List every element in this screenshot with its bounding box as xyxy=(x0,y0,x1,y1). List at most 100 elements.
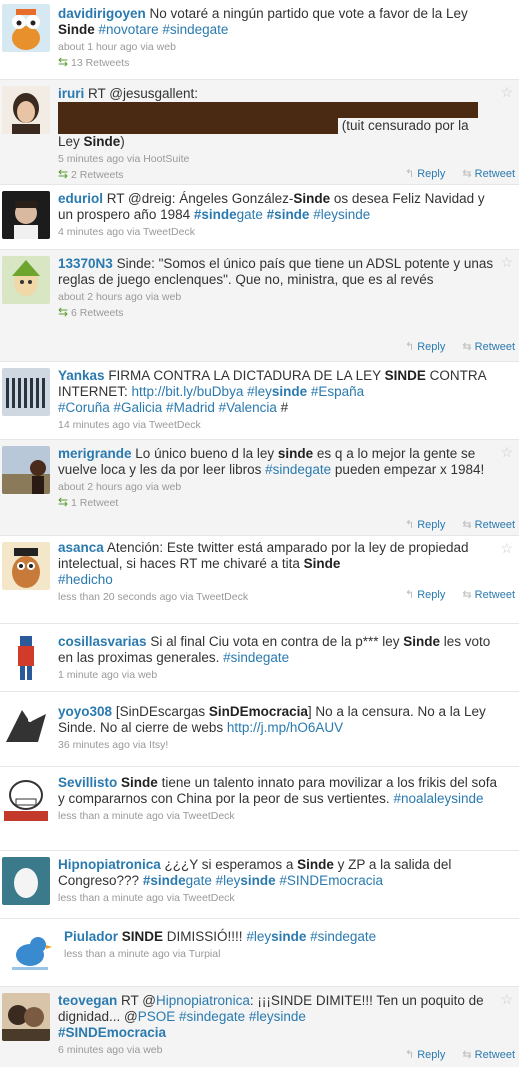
hashtag[interactable]: #SINDEmocracia xyxy=(58,1025,166,1040)
retweet-count[interactable]: ⇆ 1 Retweet xyxy=(58,496,497,510)
username[interactable]: Sevillisto xyxy=(58,775,117,790)
retweet-button[interactable]: ⇆ Retweet xyxy=(462,1049,515,1061)
tweet: ☆ 13370N3 Sinde: "Somos el único país qu… xyxy=(0,250,519,362)
retweet-icon: ⇆ xyxy=(462,341,472,353)
hashtag[interactable]: #noalaleysinde xyxy=(393,791,483,806)
timestamp[interactable]: about 1 hour ago via web xyxy=(58,41,497,54)
hashtag[interactable]: #leysinde xyxy=(246,929,306,944)
timestamp[interactable]: about 2 hours ago via web xyxy=(58,291,497,304)
timestamp[interactable]: 4 minutes ago via TweetDeck xyxy=(58,226,497,239)
link[interactable]: http://j.mp/hO6AUV xyxy=(227,720,343,735)
avatar[interactable] xyxy=(2,632,50,680)
avatar[interactable] xyxy=(2,775,50,823)
username[interactable]: eduriol xyxy=(58,191,103,206)
reply-icon: ↰ xyxy=(405,519,415,531)
mention[interactable]: Hipnopiatronica xyxy=(156,993,250,1008)
star-icon[interactable]: ☆ xyxy=(500,540,513,557)
star-icon[interactable]: ☆ xyxy=(500,444,513,461)
retweet-count[interactable]: ⇆ 13 Retweets xyxy=(58,56,497,70)
retweet-count[interactable]: ⇆ 6 Retweets xyxy=(58,306,497,320)
timestamp[interactable]: 14 minutes ago via TweetDeck xyxy=(58,419,497,432)
hashtag[interactable]: #leysinde xyxy=(309,207,370,222)
hashtag[interactable]: #sindegate #leysinde xyxy=(175,1009,306,1024)
hashtag[interactable]: #sindegate xyxy=(194,207,263,222)
tweet: Piulador SINDE DIMISSIÓ!!!! #leysinde #s… xyxy=(0,919,519,987)
tweet-text: FIRMA CONTRA LA DICTADURA DE LA LEY xyxy=(108,368,385,383)
retweet-button[interactable]: ⇆ Retweet xyxy=(462,519,515,531)
timestamp[interactable]: less than a minute ago via Turpial xyxy=(64,948,497,961)
avatar[interactable] xyxy=(2,86,50,134)
avatar[interactable] xyxy=(2,542,50,590)
retweet-button[interactable]: ⇆ Retweet xyxy=(462,341,515,353)
avatar[interactable] xyxy=(2,368,50,416)
username[interactable]: Piulador xyxy=(64,929,118,944)
timestamp[interactable]: 36 minutes ago via Itsy! xyxy=(58,739,497,752)
timestamp[interactable]: less than a minute ago via TweetDeck xyxy=(58,810,497,823)
username[interactable]: teovegan xyxy=(58,993,117,1008)
avatar[interactable] xyxy=(2,4,50,52)
avatar[interactable] xyxy=(2,256,50,304)
avatar[interactable] xyxy=(2,993,50,1041)
username[interactable]: iruri xyxy=(58,86,84,101)
hashtag[interactable]: #sindegate xyxy=(265,462,331,477)
star-icon[interactable]: ☆ xyxy=(500,254,513,271)
retweet-button[interactable]: ⇆ Retweet xyxy=(462,168,515,180)
star-icon[interactable]: ☆ xyxy=(500,991,513,1008)
hashtag[interactable]: #leysinde xyxy=(212,873,276,888)
avatar[interactable] xyxy=(6,927,54,975)
hashtag[interactable]: #hedicho xyxy=(58,572,113,587)
tweet: cosillasvarias Si al final Ciu vota en c… xyxy=(0,624,519,692)
reply-button[interactable]: ↰ Reply xyxy=(405,168,445,180)
hashtag[interactable]: #leysinde xyxy=(243,384,307,399)
keyword: Sinde xyxy=(297,857,334,872)
hashtag[interactable]: #Coruña #Galicia #Madrid #Valencia xyxy=(58,400,277,415)
tweet-actions: ↰ Reply ⇆ Retweet xyxy=(391,588,515,601)
hashtag[interactable]: #sindegate xyxy=(143,873,212,888)
timestamp[interactable]: less than a minute ago via TweetDeck xyxy=(58,892,497,905)
tweet: Yankas FIRMA CONTRA LA DICTADURA DE LA L… xyxy=(0,362,519,440)
hashtag[interactable]: #sindegate xyxy=(223,650,289,665)
tweet: ☆ iruri RT @jesusgallent: (tuit censurad… xyxy=(0,80,519,185)
tweet: ☆ asanca Atención: Este twitter está amp… xyxy=(0,536,519,624)
tweet: Hipnopiatronica ¿¿¿Y si esperamos a Sind… xyxy=(0,851,519,919)
reply-button[interactable]: ↰ Reply xyxy=(405,341,445,353)
link[interactable]: http://bit.ly/buDbya xyxy=(132,384,244,399)
hashtag[interactable]: #sindegate xyxy=(306,929,376,944)
tweet: ☆ merigrande Lo único bueno d la ley sin… xyxy=(0,440,519,536)
keyword: SINDE xyxy=(121,929,164,944)
timestamp[interactable]: 5 minutes ago via HootSuite xyxy=(58,153,497,166)
reply-button[interactable]: ↰ Reply xyxy=(405,519,445,531)
timestamp[interactable]: 1 minute ago via web xyxy=(58,669,497,682)
avatar[interactable] xyxy=(2,446,50,494)
retweet-icon: ⇆ xyxy=(58,495,69,509)
hashtag[interactable]: #sindegate xyxy=(159,22,228,37)
username[interactable]: davidirigoyen xyxy=(58,6,146,21)
tweet-text: RT @ xyxy=(121,993,157,1008)
username[interactable]: yoyo308 xyxy=(58,704,112,719)
hashtag[interactable]: #sinde xyxy=(263,207,310,222)
retweet-icon: ⇆ xyxy=(58,167,69,181)
hashtag[interactable]: #España xyxy=(307,384,364,399)
username[interactable]: asanca xyxy=(58,540,104,555)
retweet-button[interactable]: ⇆ Retweet xyxy=(462,589,515,601)
reply-icon: ↰ xyxy=(405,1049,415,1061)
retweet-icon: ⇆ xyxy=(462,519,472,531)
avatar[interactable] xyxy=(2,191,50,239)
username[interactable]: merigrande xyxy=(58,446,132,461)
timestamp[interactable]: about 2 hours ago via web xyxy=(58,481,497,494)
avatar[interactable] xyxy=(2,702,50,750)
reply-button[interactable]: ↰ Reply xyxy=(405,589,445,601)
username[interactable]: 13370N3 xyxy=(58,256,113,271)
username[interactable]: Hipnopiatronica xyxy=(58,857,161,872)
tweet-actions: ↰ Reply ⇆ Retweet xyxy=(391,518,515,531)
tweet-actions: ↰ Reply ⇆ Retweet xyxy=(391,1048,515,1061)
mention[interactable]: PSOE xyxy=(138,1009,176,1024)
censored-block xyxy=(58,102,478,118)
username[interactable]: Yankas xyxy=(58,368,105,383)
hashtag[interactable]: #novotare xyxy=(99,22,159,37)
reply-button[interactable]: ↰ Reply xyxy=(405,1049,445,1061)
hashtag[interactable]: #SINDEmocracia xyxy=(276,873,383,888)
avatar[interactable] xyxy=(2,857,50,905)
star-icon[interactable]: ☆ xyxy=(500,84,513,101)
username[interactable]: cosillasvarias xyxy=(58,634,147,649)
